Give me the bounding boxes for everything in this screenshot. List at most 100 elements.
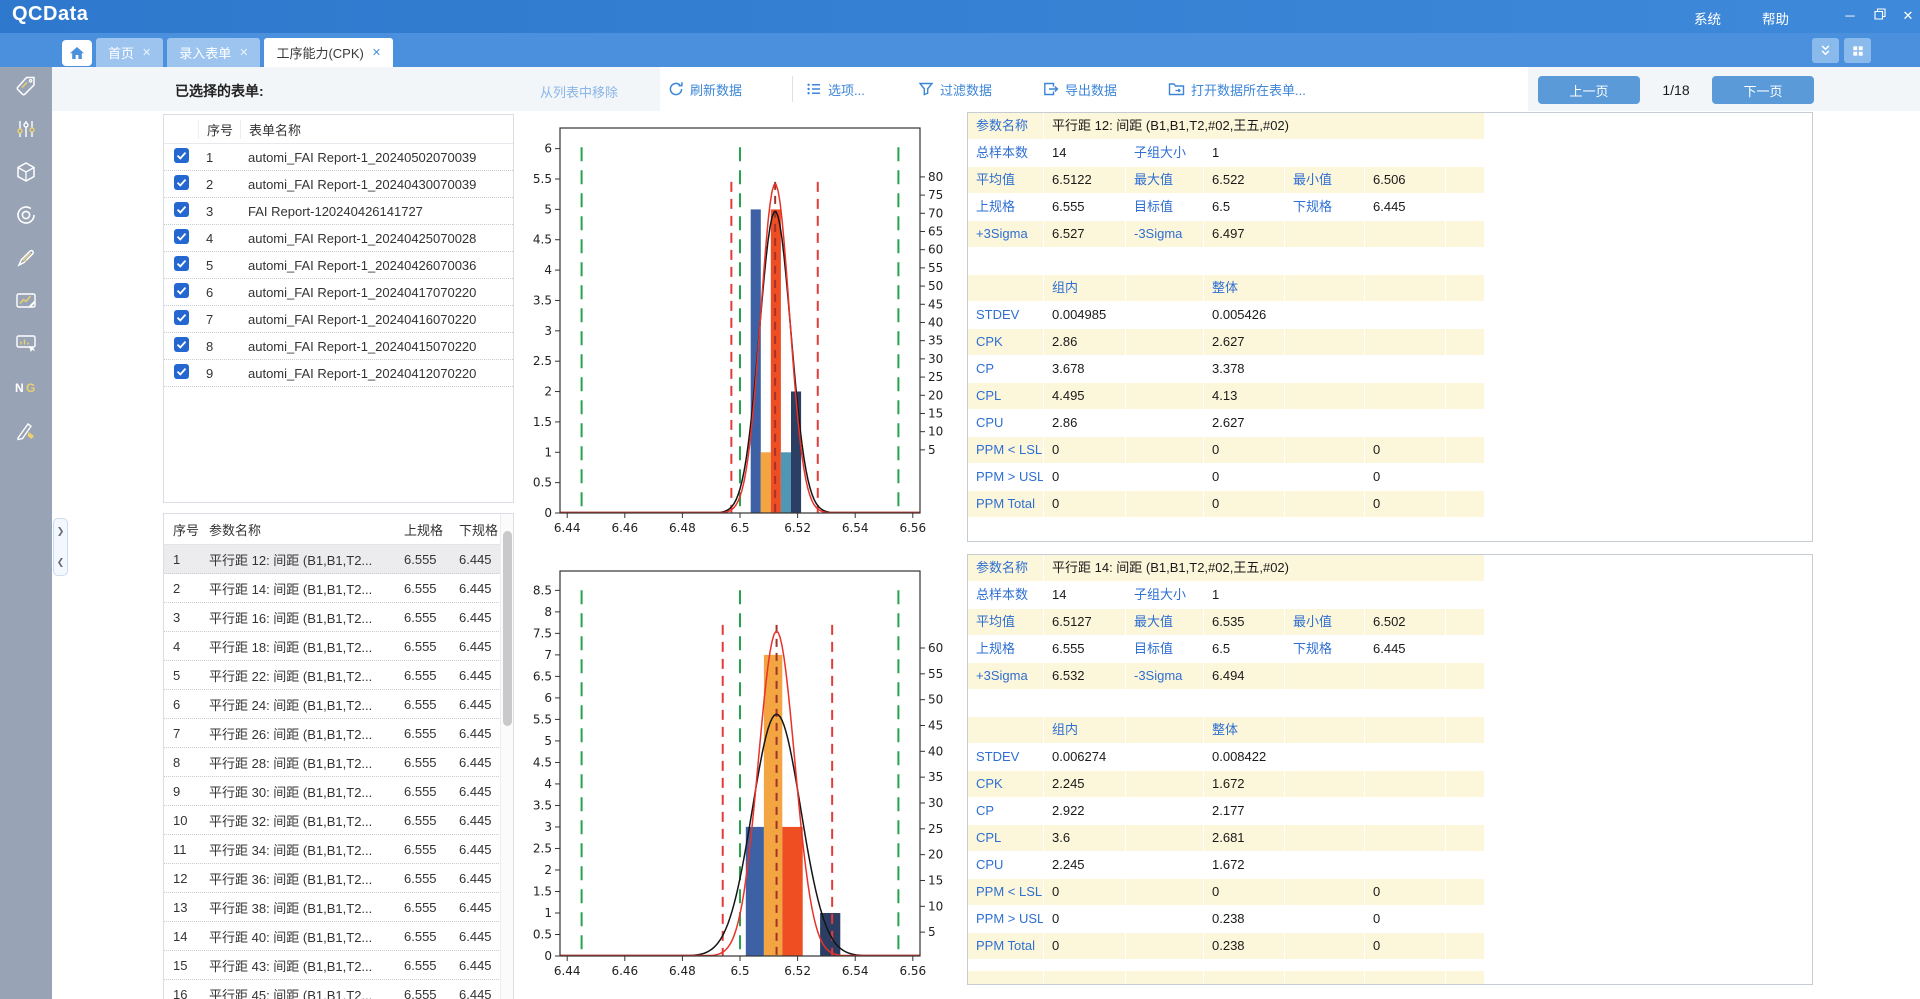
refresh-data-button[interactable]: 刷新数据 xyxy=(668,78,742,100)
parameter-row[interactable]: 6平行距 24: 间距 (B1,B1,T2...6.5556.445 xyxy=(164,690,503,719)
options-button[interactable]: 选项... xyxy=(806,78,865,100)
stats-empty xyxy=(1446,491,1484,517)
tag-icon[interactable] xyxy=(14,74,38,98)
menu-help[interactable]: 帮助 xyxy=(1762,8,1789,28)
stats-overall-value: 2.627 xyxy=(1204,329,1284,355)
sliders-icon[interactable] xyxy=(14,117,38,141)
tab-overflow-button[interactable] xyxy=(1812,38,1839,63)
stats-metric-row: CPU2.862.627 xyxy=(968,410,1812,436)
open-source-form-button[interactable]: 打开数据所在表单... xyxy=(1168,78,1306,100)
checkbox[interactable] xyxy=(174,283,189,301)
parameter-row[interactable]: 12平行距 36: 间距 (B1,B1,T2...6.5556.445 xyxy=(164,864,503,893)
stats-value: 14 xyxy=(1044,140,1125,166)
parameter-row[interactable]: 10平行距 32: 间距 (B1,B1,T2...6.5556.445 xyxy=(164,806,503,835)
stats-within-value: 2.245 xyxy=(1044,852,1125,878)
checkbox[interactable] xyxy=(174,229,189,247)
export-data-button[interactable]: 导出数据 xyxy=(1043,78,1117,100)
scrollbar-thumb[interactable] xyxy=(503,531,512,726)
form-name: automi_FAI Report-1_20240426070036 xyxy=(240,258,513,273)
parameter-row[interactable]: 3平行距 16: 间距 (B1,B1,T2...6.5556.445 xyxy=(164,603,503,632)
parameter-row[interactable]: 15平行距 43: 间距 (B1,B1,T2...6.5556.445 xyxy=(164,951,503,980)
form-list-item[interactable]: 6automi_FAI Report-1_20240417070220 xyxy=(164,279,513,306)
filter-data-button[interactable]: 过滤数据 xyxy=(918,78,992,100)
checkbox[interactable] xyxy=(174,148,189,166)
checkbox[interactable] xyxy=(174,337,189,355)
stats-empty xyxy=(1446,690,1484,716)
form-list-item[interactable]: 2automi_FAI Report-1_20240430070039 xyxy=(164,171,513,198)
form-list-item[interactable]: 9automi_FAI Report-1_20240412070220 xyxy=(164,360,513,387)
tab-1[interactable]: 录入表单✕ xyxy=(167,38,260,67)
parameter-row[interactable]: 16平行距 45: 间距 (B1,B1,T2...6.5556.445 xyxy=(164,980,503,999)
form-list-item[interactable]: 4automi_FAI Report-1_20240425070028 xyxy=(164,225,513,252)
chart-hand-icon[interactable] xyxy=(14,332,38,356)
prev-page-button[interactable]: 上一页 xyxy=(1538,76,1640,104)
parameter-row[interactable]: 14平行距 40: 间距 (B1,B1,T2...6.5556.445 xyxy=(164,922,503,951)
stats-value: 6.497 xyxy=(1204,221,1284,247)
parameter-row[interactable]: 4平行距 18: 间距 (B1,B1,T2...6.5556.445 xyxy=(164,632,503,661)
parameter-row[interactable]: 11平行距 34: 间距 (B1,B1,T2...6.5556.445 xyxy=(164,835,503,864)
tab-2[interactable]: 工序能力(CPK)✕ xyxy=(264,38,393,67)
stats-empty xyxy=(1446,879,1484,905)
parameter-row[interactable]: 7平行距 26: 间距 (B1,B1,T2...6.5556.445 xyxy=(164,719,503,748)
pencil-icon[interactable] xyxy=(14,246,38,270)
checkbox[interactable] xyxy=(174,364,189,382)
form-list-item[interactable]: 5automi_FAI Report-1_20240426070036 xyxy=(164,252,513,279)
tab-0[interactable]: 首页✕ xyxy=(96,38,163,67)
parameter-row[interactable]: 1平行距 12: 间距 (B1,B1,T2...6.5556.445 xyxy=(164,545,503,574)
parameter-row[interactable]: 9平行距 30: 间距 (B1,B1,T2...6.5556.445 xyxy=(164,777,503,806)
checkbox[interactable] xyxy=(174,175,189,193)
stats-label: 最小值 xyxy=(1285,609,1364,635)
stats-value: 6.522 xyxy=(1204,167,1284,193)
stats-label: 目标值 xyxy=(1126,194,1203,220)
pen-tools-icon[interactable] xyxy=(14,418,38,442)
stats-metric-row: CPL4.4954.13 xyxy=(968,383,1812,409)
checkbox[interactable] xyxy=(174,202,189,220)
stats-third-value xyxy=(1365,825,1445,851)
cube-icon[interactable] xyxy=(14,160,38,184)
form-list-item[interactable]: 3FAI Report-120240426141727 xyxy=(164,198,513,225)
stats-empty xyxy=(1126,717,1203,743)
svg-text:50: 50 xyxy=(928,279,943,293)
close-icon[interactable]: ✕ xyxy=(1896,6,1920,26)
parameter-row[interactable]: 5平行距 22: 间距 (B1,B1,T2...6.5556.445 xyxy=(164,661,503,690)
checkbox-check-icon xyxy=(174,175,189,190)
checkbox[interactable] xyxy=(174,310,189,328)
svg-text:4.5: 4.5 xyxy=(533,755,552,769)
home-tab-button[interactable] xyxy=(62,40,92,66)
stats-param-row: 参数名称平行距 12: 间距 (B1,B1,T2,#02,王五,#02) xyxy=(968,113,1812,139)
panel-collapse-handle[interactable]: ❯ ❮ xyxy=(53,518,68,576)
tab-grid-button[interactable] xyxy=(1844,38,1871,63)
stats-empty xyxy=(1126,248,1203,274)
minimize-icon[interactable]: ─ xyxy=(1838,6,1862,26)
svg-text:8: 8 xyxy=(544,605,552,619)
stats-metric-row: PPM Total000 xyxy=(968,491,1812,517)
selected-forms-label: 已选择的表单: xyxy=(175,81,264,101)
next-page-button[interactable]: 下一页 xyxy=(1712,76,1814,104)
stats-value xyxy=(1365,140,1445,166)
target-circle-icon[interactable] xyxy=(14,203,38,227)
checkbox[interactable] xyxy=(174,256,189,274)
ng-icon[interactable]: N G xyxy=(14,375,38,399)
restore-icon[interactable] xyxy=(1868,6,1892,26)
form-list-item[interactable]: 1automi_FAI Report-1_20240502070039 xyxy=(164,144,513,171)
svg-text:4.5: 4.5 xyxy=(533,233,552,247)
param-name: 平行距 43: 间距 (B1,B1,T2... xyxy=(209,956,404,975)
menu-system[interactable]: 系统 xyxy=(1694,8,1721,28)
remove-from-list-button[interactable]: 从列表中移除 xyxy=(540,82,618,101)
chart-edit-icon[interactable] xyxy=(14,289,38,313)
form-list-item[interactable]: 7automi_FAI Report-1_20240416070220 xyxy=(164,306,513,333)
parameter-row[interactable]: 2平行距 14: 间距 (B1,B1,T2...6.5556.445 xyxy=(164,574,503,603)
param-table-scrollbar[interactable] xyxy=(500,514,513,999)
form-list-item[interactable]: 8automi_FAI Report-1_20240415070220 xyxy=(164,333,513,360)
parameter-row[interactable]: 8平行距 28: 间距 (B1,B1,T2...6.5556.445 xyxy=(164,748,503,777)
tab-close-icon[interactable]: ✕ xyxy=(372,46,381,59)
parameter-row[interactable]: 13平行距 38: 间距 (B1,B1,T2...6.5556.445 xyxy=(164,893,503,922)
tab-close-icon[interactable]: ✕ xyxy=(239,46,248,59)
tab-close-icon[interactable]: ✕ xyxy=(142,46,151,59)
svg-text:0: 0 xyxy=(544,506,552,520)
checkbox-check-icon xyxy=(174,256,189,271)
stats-empty xyxy=(1446,798,1484,824)
stats-value: 6.5 xyxy=(1204,194,1284,220)
double-chevron-down-icon xyxy=(1818,43,1833,58)
checkbox-check-icon xyxy=(174,283,189,298)
